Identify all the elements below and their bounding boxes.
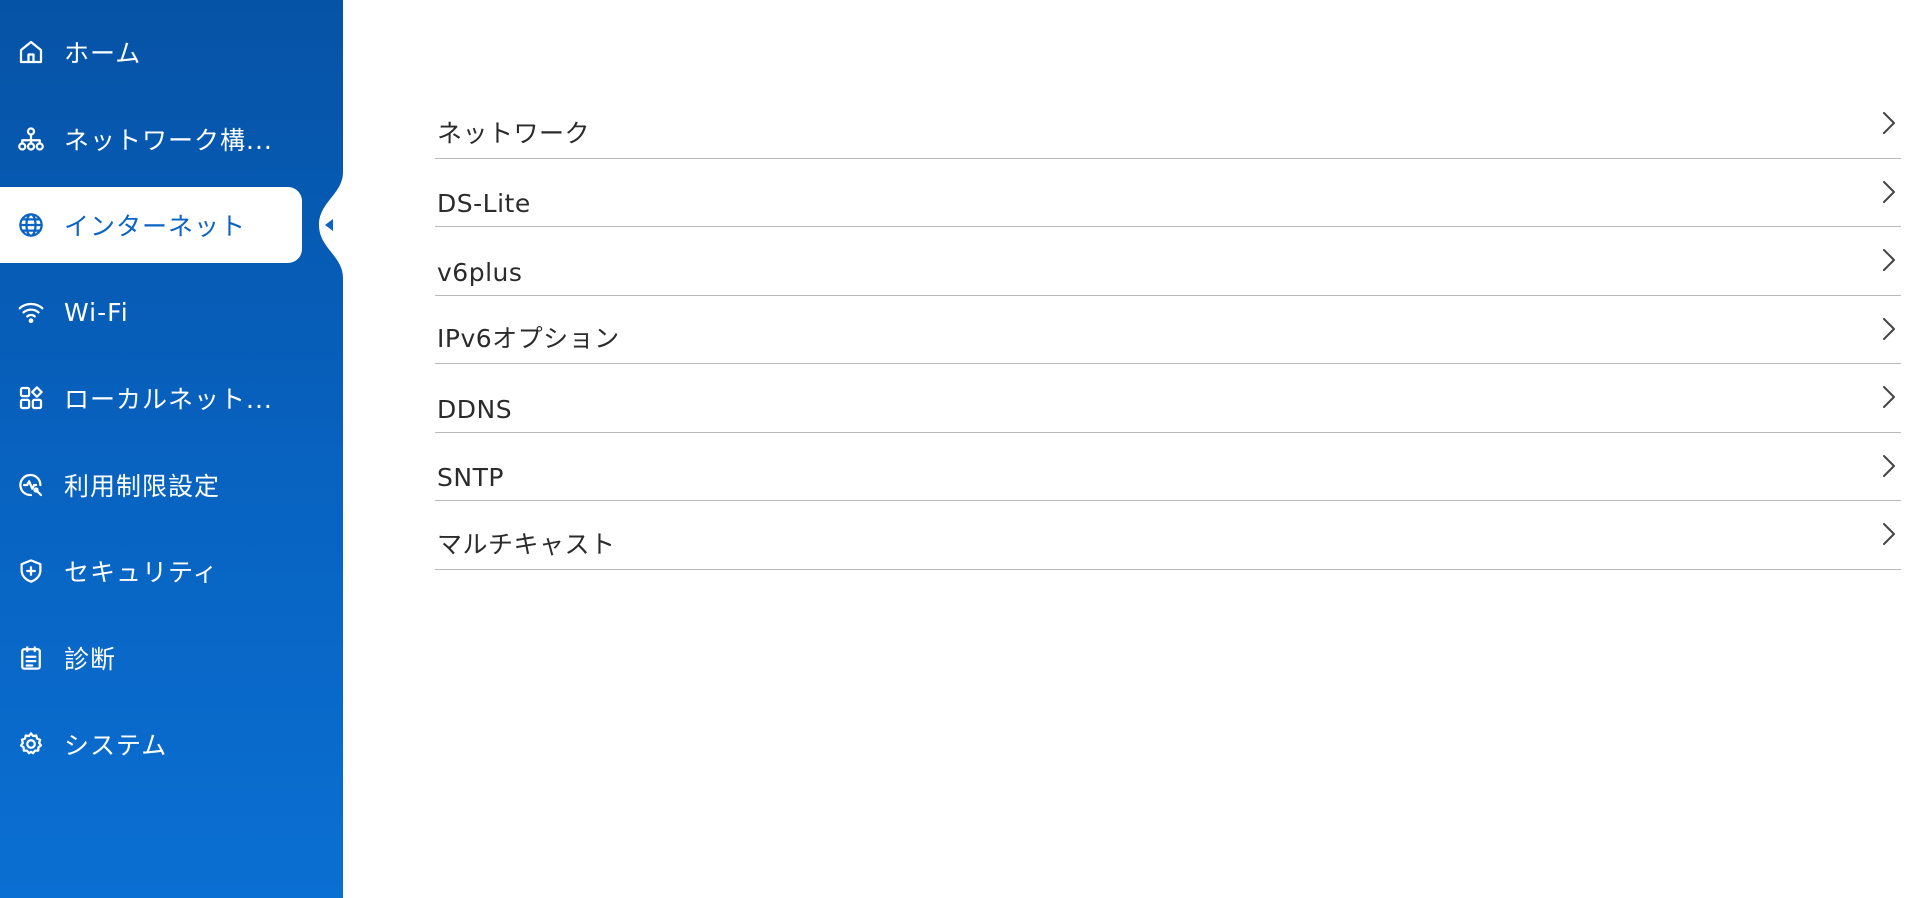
sidebar-item-wifi[interactable]: Wi-Fi (0, 274, 302, 350)
list-item-ipv6-option[interactable]: IPv6オプション (435, 296, 1901, 364)
wifi-icon (16, 297, 46, 327)
chevron-right-icon (1881, 247, 1897, 273)
list-item-sntp[interactable]: SNTP (435, 433, 1901, 501)
sidebar-item-local-network[interactable]: ローカルネット... (0, 360, 302, 436)
sidebar-item-network-config[interactable]: ネットワーク構... (0, 101, 302, 177)
globe-icon (16, 210, 46, 240)
sidebar-item-label: インターネット (64, 212, 247, 241)
usage-limit-icon (16, 470, 46, 500)
list-item-label: DS-Lite (437, 189, 531, 218)
sidebar-item-label: ネットワーク構... (64, 126, 273, 155)
list-item-ddns[interactable]: DDNS (435, 364, 1901, 433)
sidebar-item-label: 診断 (64, 645, 117, 674)
chevron-right-icon (1881, 384, 1897, 410)
list-item-network[interactable]: ネットワーク (435, 90, 1901, 159)
sidebar-item-label: 利用制限設定 (64, 472, 221, 501)
list-item-label: マルチキャスト (437, 529, 616, 559)
network-topology-icon (16, 124, 46, 154)
sidebar-item-label: Wi-Fi (64, 297, 129, 327)
sidebar-item-label: システム (64, 731, 168, 760)
sidebar-item-diagnosis[interactable]: 診断 (0, 620, 302, 696)
list-item-v6plus[interactable]: v6plus (435, 227, 1901, 296)
sidebar-item-label: ホーム (64, 39, 142, 68)
home-icon (16, 37, 46, 67)
apps-grid-icon (16, 383, 46, 413)
list-item-multicast[interactable]: マルチキャスト (435, 501, 1901, 570)
list-item-label: IPv6オプション (437, 324, 620, 353)
chevron-right-icon (1881, 453, 1897, 479)
chevron-right-icon (1881, 316, 1897, 342)
list-item-label: DDNS (437, 394, 513, 424)
sidebar-item-security[interactable]: セキュリティ (0, 533, 302, 609)
sidebar-item-internet[interactable]: インターネット (0, 187, 302, 263)
sidebar-item-label: ローカルネット... (64, 385, 273, 414)
sidebar: ホーム ネットワーク構... インターネット Wi-Fi ローカルネット... … (0, 0, 351, 898)
sidebar-item-system[interactable]: システム (0, 706, 302, 782)
sidebar-item-usage-limit[interactable]: 利用制限設定 (0, 447, 302, 523)
chevron-right-icon (1881, 521, 1897, 547)
list-item-label: v6plus (437, 257, 523, 287)
chevron-right-icon (1881, 110, 1897, 136)
internet-settings-list: ネットワーク DS-Lite v6plus IPv6オプション DDNS SNT… (435, 90, 1901, 570)
shield-plus-icon (16, 556, 46, 586)
sidebar-item-label: セキュリティ (64, 558, 219, 587)
clipboard-icon (16, 643, 46, 673)
app-window: ホーム ネットワーク構... インターネット Wi-Fi ローカルネット... … (0, 0, 1920, 898)
list-item-ds-lite[interactable]: DS-Lite (435, 159, 1901, 227)
gear-icon (16, 729, 46, 759)
sidebar-item-home[interactable]: ホーム (0, 14, 302, 90)
list-item-label: SNTP (437, 463, 504, 492)
active-indicator-notch (319, 172, 351, 278)
list-item-label: ネットワーク (437, 118, 591, 148)
chevron-right-icon (1881, 179, 1897, 205)
